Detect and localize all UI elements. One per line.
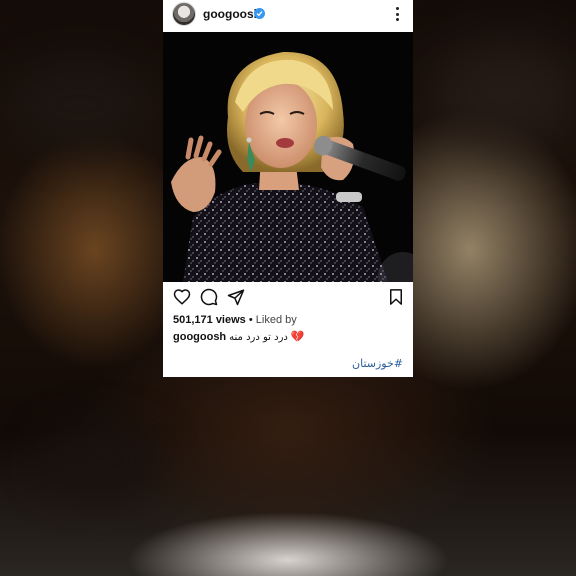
caption-username[interactable]: googoosh [173,331,226,343]
background-blur-shape [40,420,160,500]
avatar[interactable] [172,2,196,26]
post-photo[interactable] [163,32,413,282]
background-blur-shape [430,40,576,150]
post-caption: googoosh درد تو درد منه 💔 [173,330,403,343]
views-line: 501,171 views • Liked by [173,314,357,326]
hashtag-link[interactable]: #خوزستان [352,357,403,370]
caption-text: درد تو درد منه [229,332,288,343]
heart-icon[interactable] [173,288,191,306]
views-count[interactable]: 501,171 views [173,314,246,326]
post-username[interactable]: googoosh [203,7,261,21]
post-header: googoosh [163,0,413,32]
broken-heart-emoji: 💔 [290,330,305,343]
post-card: googoosh 501,171 views • Liked by googoo… [163,0,413,377]
liked-by-text[interactable]: Liked by [256,314,297,326]
background-blur-shape [10,60,150,150]
send-icon[interactable] [227,288,245,306]
singer-photo-illustration [163,32,413,282]
post-actions-bar [163,284,413,310]
bookmark-icon[interactable] [387,288,405,306]
comment-icon[interactable] [200,288,218,306]
liked-by-redacted [297,315,357,325]
verified-badge-icon [254,8,265,19]
views-separator: • [245,314,256,326]
more-options-icon[interactable] [392,5,402,23]
